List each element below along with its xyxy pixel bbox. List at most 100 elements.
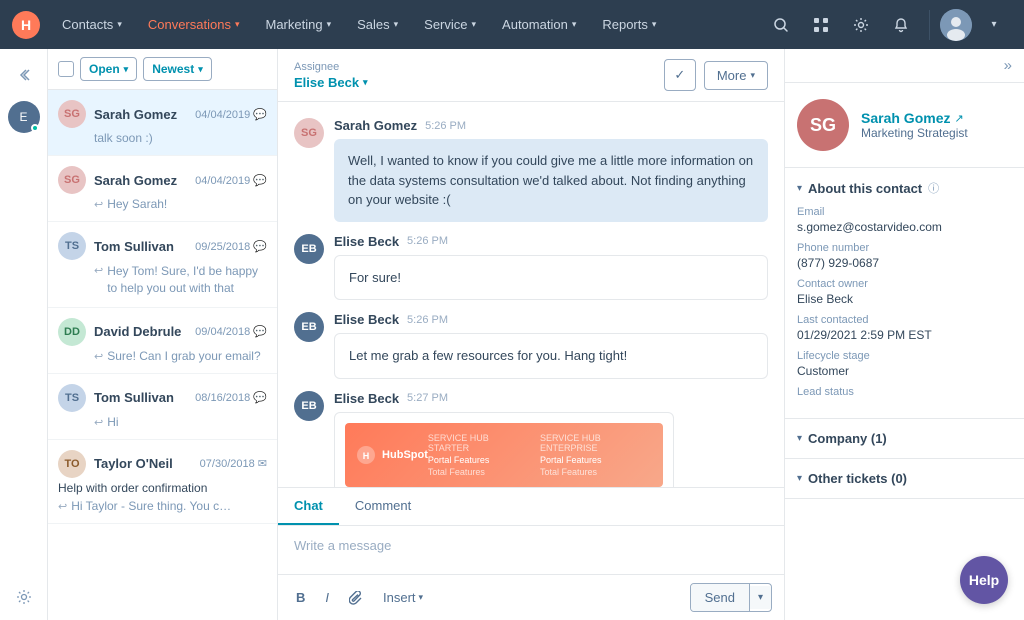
- grid-icon-button[interactable]: [803, 7, 839, 43]
- hubspot-attachment-card: H HubSpot SERVICE HUB STARTER Portal Fea…: [334, 412, 674, 488]
- compose-toolbar: B I Insert ▾ Send ▾: [278, 574, 784, 620]
- expand-panel-button[interactable]: »: [1004, 57, 1012, 74]
- user-status-avatar[interactable]: E: [8, 101, 40, 133]
- settings-icon-button[interactable]: [843, 7, 879, 43]
- message-item: EB Elise Beck 5:26 PM Let me grab a few …: [294, 312, 768, 379]
- reply-arrow-icon: ↩: [94, 416, 103, 429]
- contact-avatar: TS: [58, 384, 86, 412]
- hubspot-logo[interactable]: H: [12, 11, 40, 39]
- nav-sales[interactable]: Sales ▾: [345, 0, 410, 49]
- message-avatar: EB: [294, 391, 324, 421]
- about-section-header[interactable]: ▾ About this contact ⓘ: [797, 180, 1012, 196]
- more-button[interactable]: More ▾: [704, 61, 768, 90]
- nav-automation[interactable]: Automation ▾: [490, 0, 588, 49]
- assignee-section: Assignee Elise Beck ▾: [294, 61, 368, 90]
- conversation-item[interactable]: DD David Debrule 09/04/2018 💬 ↩ Sure! Ca…: [48, 308, 277, 374]
- conversation-items: SG Sarah Gomez 04/04/2019 💬 talk soon :)…: [48, 90, 277, 620]
- nav-contacts[interactable]: Contacts ▾: [50, 0, 134, 49]
- contact-field-last-contacted: Last contacted 01/29/2021 2:59 PM EST: [797, 314, 1012, 342]
- contact-avatar: TO: [58, 450, 86, 478]
- message-item: EB Elise Beck 5:26 PM For sure!: [294, 234, 768, 301]
- conversation-item[interactable]: TS Tom Sullivan 09/25/2018 💬 ↩ Hey Tom! …: [48, 222, 277, 308]
- contact-field-owner: Contact owner Elise Beck: [797, 278, 1012, 306]
- send-dropdown-button[interactable]: ▾: [750, 586, 771, 609]
- topnav-icon-group: ▾: [763, 7, 1012, 43]
- contact-avatar: SG: [58, 100, 86, 128]
- top-navigation: H Contacts ▾ Conversations ▾ Marketing ▾…: [0, 0, 1024, 49]
- chevron-down-icon: ▾: [750, 70, 755, 81]
- conversation-main: Assignee Elise Beck ▾ ✓ More ▾ SG: [278, 49, 784, 620]
- attach-button[interactable]: [343, 587, 369, 609]
- other-tickets-section[interactable]: ▾ Other tickets (0): [785, 459, 1024, 499]
- contact-avatar-large: SG: [797, 99, 849, 151]
- chevron-down-icon: ▾: [472, 19, 477, 30]
- chevron-down-icon: ▾: [797, 183, 802, 194]
- filter-newest-button[interactable]: Newest ▾: [143, 57, 212, 81]
- message-input[interactable]: Write a message: [278, 526, 784, 574]
- info-icon[interactable]: ⓘ: [928, 180, 939, 196]
- filter-open-button[interactable]: Open ▾: [80, 57, 137, 81]
- bold-button[interactable]: B: [290, 586, 311, 609]
- nav-divider: [929, 10, 930, 40]
- help-button[interactable]: Help: [960, 556, 1008, 604]
- conversation-item[interactable]: SG Sarah Gomez 04/04/2019 💬 talk soon :): [48, 90, 277, 156]
- chevron-down-icon: ▾: [117, 19, 122, 30]
- resolve-button[interactable]: ✓: [664, 59, 696, 91]
- conversation-list: Open ▾ Newest ▾ SG Sarah Gomez 04/04/201…: [48, 49, 278, 620]
- contact-avatar: SG: [58, 166, 86, 194]
- online-status-dot: [31, 124, 39, 132]
- insert-button[interactable]: Insert ▾: [377, 586, 429, 609]
- contact-field-lifecycle: Lifecycle stage Customer: [797, 350, 1012, 378]
- compose-tabs: Chat Comment: [278, 488, 784, 526]
- send-button-group: Send ▾: [690, 583, 772, 612]
- chevron-down-icon: ▾: [572, 19, 577, 30]
- collapse-sidebar-button[interactable]: [6, 57, 42, 93]
- external-link-icon[interactable]: ↗: [954, 112, 963, 125]
- contact-field-phone: Phone number (877) 929-0687: [797, 242, 1012, 270]
- contact-field-lead-status: Lead status: [797, 386, 1012, 398]
- main-layout: E Open ▾ Newest ▾ SG: [0, 49, 1024, 620]
- contact-right-panel: » SG Sarah Gomez ↗ Marketing Strategist …: [784, 49, 1024, 620]
- tab-comment[interactable]: Comment: [339, 488, 427, 525]
- right-panel-header: »: [785, 49, 1024, 83]
- reply-arrow-icon: ↩: [94, 264, 103, 277]
- nav-conversations[interactable]: Conversations ▾: [136, 0, 252, 49]
- tab-chat[interactable]: Chat: [278, 488, 339, 525]
- user-avatar[interactable]: [940, 9, 972, 41]
- about-contact-section: ▾ About this contact ⓘ Email s.gomez@cos…: [785, 168, 1024, 419]
- search-button[interactable]: [763, 7, 799, 43]
- contact-avatar: DD: [58, 318, 86, 346]
- notifications-button[interactable]: [883, 7, 919, 43]
- contact-card: SG Sarah Gomez ↗ Marketing Strategist: [785, 83, 1024, 168]
- conversation-item[interactable]: TS Tom Sullivan 08/16/2018 💬 ↩ Hi: [48, 374, 277, 440]
- message-bubble: For sure!: [334, 255, 768, 301]
- chevron-down-icon: ▾: [652, 19, 657, 30]
- conv-list-header: Open ▾ Newest ▾: [48, 49, 277, 90]
- conversation-item[interactable]: SG Sarah Gomez 04/04/2019 💬 ↩ Hey Sarah!: [48, 156, 277, 222]
- company-section[interactable]: ▾ Company (1): [785, 419, 1024, 459]
- hubspot-logo-badge: H HubSpot: [357, 446, 428, 464]
- message-avatar: EB: [294, 234, 324, 264]
- message-bubble: Let me grab a few resources for you. Han…: [334, 333, 768, 379]
- conversation-header: Assignee Elise Beck ▾ ✓ More ▾: [278, 49, 784, 102]
- nav-service[interactable]: Service ▾: [412, 0, 488, 49]
- reply-arrow-icon: ↩: [58, 500, 67, 513]
- assignee-dropdown[interactable]: Elise Beck ▾: [294, 75, 368, 90]
- message-item: EB Elise Beck 5:27 PM H: [294, 391, 768, 488]
- settings-sidebar-button[interactable]: [16, 589, 32, 608]
- header-actions: ✓ More ▾: [664, 59, 768, 91]
- chevron-down-icon: ▾: [235, 19, 240, 30]
- chevron-down-icon: ▾: [198, 64, 203, 75]
- left-sidebar: E: [0, 49, 48, 620]
- svg-text:H: H: [21, 17, 31, 33]
- reply-arrow-icon: ↩: [94, 198, 103, 211]
- message-avatar: EB: [294, 312, 324, 342]
- send-button[interactable]: Send: [691, 584, 750, 611]
- message-avatar: SG: [294, 118, 324, 148]
- select-all-checkbox[interactable]: [58, 61, 74, 77]
- account-chevron[interactable]: ▾: [976, 7, 1012, 43]
- italic-button[interactable]: I: [319, 586, 335, 609]
- nav-marketing[interactable]: Marketing ▾: [253, 0, 343, 49]
- nav-reports[interactable]: Reports ▾: [590, 0, 668, 49]
- conversation-item[interactable]: TO Taylor O'Neil 07/30/2018 ✉ Help with …: [48, 440, 277, 524]
